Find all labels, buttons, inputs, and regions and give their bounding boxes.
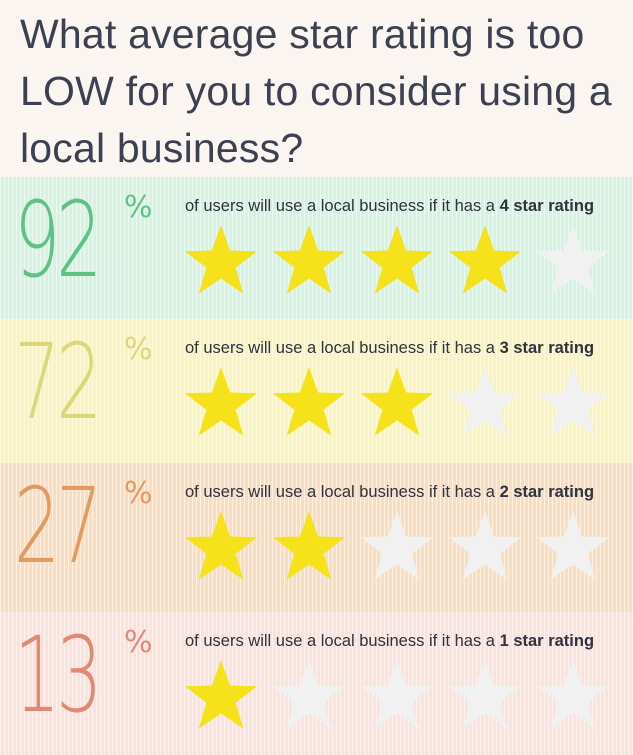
percent-sign: %	[124, 190, 153, 225]
caption-rating: 3 star rating	[499, 339, 595, 357]
caption: of users will use a local business if it…	[185, 632, 594, 651]
star-empty-icon	[536, 660, 610, 729]
star-filled-icon	[272, 367, 346, 436]
percent-sign: %	[124, 476, 153, 511]
star-empty-icon	[448, 511, 522, 580]
infographic: What average star rating is too LOW for …	[0, 0, 633, 755]
page-title: What average star rating is too LOW for …	[20, 11, 612, 171]
caption-text: of users will use a local business if it…	[185, 483, 500, 501]
caption-rating: 4 star rating	[499, 197, 595, 215]
star-empty-icon	[448, 367, 522, 436]
star-filled-icon	[184, 660, 258, 729]
star-filled-icon	[184, 511, 258, 580]
percent-value: 92	[14, 179, 102, 301]
rating-row-1: 13 % of users will use a local business …	[0, 612, 633, 755]
percent-value: 13	[14, 614, 102, 736]
star-filled-icon	[448, 225, 522, 294]
caption-text: of users will use a local business if it…	[185, 339, 500, 357]
star-empty-icon	[272, 660, 346, 729]
percent-value: 72	[14, 321, 102, 443]
caption: of users will use a local business if it…	[185, 197, 594, 216]
caption: of users will use a local business if it…	[185, 339, 594, 358]
rating-row-2: 27 % of users will use a local business …	[0, 463, 633, 612]
star-empty-icon	[536, 511, 610, 580]
star-filled-icon	[360, 225, 434, 294]
star-empty-icon	[536, 367, 610, 436]
rating-row-4: 92 % of users will use a local business …	[0, 177, 633, 319]
star-rating	[183, 656, 623, 736]
rating-row-3: 72 % of users will use a local business …	[0, 319, 633, 463]
star-filled-icon	[184, 225, 258, 294]
star-filled-icon	[184, 367, 258, 436]
star-empty-icon	[360, 511, 434, 580]
caption-rating: 1 star rating	[499, 632, 595, 650]
caption-text: of users will use a local business if it…	[185, 632, 500, 650]
caption: of users will use a local business if it…	[185, 483, 594, 502]
star-filled-icon	[272, 511, 346, 580]
percent-sign: %	[124, 332, 153, 367]
star-rating	[183, 363, 623, 443]
caption-text: of users will use a local business if it…	[185, 197, 500, 215]
star-empty-icon	[536, 225, 610, 294]
star-rating	[183, 507, 623, 587]
percent-sign: %	[124, 625, 153, 660]
star-empty-icon	[448, 660, 522, 729]
star-filled-icon	[272, 225, 346, 294]
star-rating	[183, 221, 623, 301]
percent-value: 27	[14, 465, 102, 587]
caption-rating: 2 star rating	[499, 483, 595, 501]
star-filled-icon	[360, 367, 434, 436]
star-empty-icon	[360, 660, 434, 729]
